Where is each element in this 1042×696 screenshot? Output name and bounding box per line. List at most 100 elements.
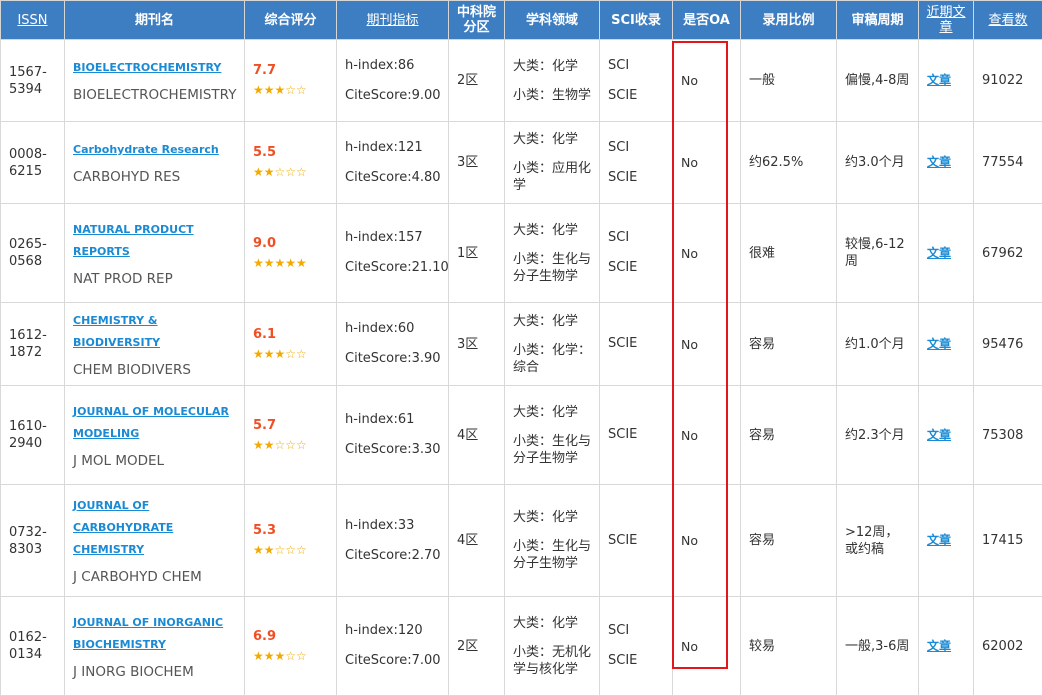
score-value: 9.0 [253, 235, 328, 252]
articles-link[interactable]: 文章 [927, 73, 951, 87]
views-cell: 91022 [974, 40, 1042, 122]
journal-table: ISSN 期刊名 综合评分 期刊指标 中科院分区 学科领域 SCI收录 是否OA… [0, 0, 1042, 696]
citescore-value: CiteScore:3.30 [345, 435, 440, 465]
h-index-value: h-index:121 [345, 133, 440, 163]
journal-name-link[interactable]: BIOCHEMISTRY [73, 634, 236, 656]
sort-metric-link[interactable]: 期刊指标 [366, 13, 418, 28]
issn-cell: 1567-5394 [1, 40, 65, 122]
articles-link[interactable]: 文章 [927, 246, 951, 260]
h-index-value: h-index:157 [345, 223, 440, 253]
subject-minor: 小类：生化与分子生物学 [513, 434, 591, 466]
journal-name-link[interactable]: BIOELECTROCHEMISTRY [73, 57, 236, 79]
header-metric[interactable]: 期刊指标 [337, 1, 449, 40]
journal-abbreviation: BIOELECTROCHEMISTRY [73, 87, 236, 104]
sci-cell: SCIE [600, 386, 673, 485]
journal-abbreviation: J INORG BIOCHEM [73, 664, 236, 681]
journal-name-link[interactable]: JOURNAL OF [73, 495, 236, 517]
journal-name-link[interactable]: REPORTS [73, 241, 236, 263]
star-rating-icon: ★★★☆☆ [253, 649, 307, 663]
subject-minor: 小类：生物学 [513, 88, 591, 103]
star-rating-icon: ★★☆☆☆ [253, 543, 307, 557]
accept-rate-cell: 容易 [741, 485, 837, 597]
recent-articles-link[interactable]: 近期文章 [926, 5, 965, 35]
score-cell: 5.5★★☆☆☆ [245, 122, 337, 204]
table-row: 0265-0568 NATURAL PRODUCTREPORTSNAT PROD… [1, 204, 1042, 303]
journal-name-cell: Carbohydrate Research CARBOHYD RES [65, 122, 245, 204]
header-views[interactable]: 查看数 [974, 1, 1042, 40]
sci-cell: SCISCIE [600, 122, 673, 204]
h-index-value: h-index:120 [345, 616, 440, 646]
accept-rate-cell: 容易 [741, 386, 837, 485]
sort-issn-link[interactable]: ISSN [17, 13, 47, 28]
subject-major: 大类：化学 [513, 313, 591, 330]
issn-cell: 0008-6215 [1, 122, 65, 204]
views-cell: 17415 [974, 485, 1042, 597]
oa-cell: No [673, 204, 741, 303]
cas-zone-cell: 2区 [449, 40, 505, 122]
articles-link[interactable]: 文章 [927, 155, 951, 169]
sci-cell: SCIE [600, 485, 673, 597]
journal-name-link[interactable]: CARBOHYDRATE [73, 517, 236, 539]
journal-name-link[interactable]: JOURNAL OF INORGANIC [73, 612, 236, 634]
citescore-value: CiteScore:4.80 [345, 163, 440, 193]
sci-index-label: SCI [608, 616, 664, 646]
accept-rate-cell: 较易 [741, 597, 837, 696]
journal-name-link[interactable]: JOURNAL OF MOLECULAR [73, 401, 236, 423]
journal-abbreviation: CARBOHYD RES [73, 169, 236, 186]
star-rating-icon: ★★☆☆☆ [253, 438, 307, 452]
journal-name-link[interactable]: Carbohydrate Research [73, 139, 236, 161]
sort-views-link[interactable]: 查看数 [988, 13, 1027, 28]
table-row: 1610-2940 JOURNAL OF MOLECULARMODELINGJ … [1, 386, 1042, 485]
sci-index-label: SCI [608, 133, 664, 163]
subject-minor: 小类：无机化学与核化学 [513, 645, 591, 677]
issn-cell: 0265-0568 [1, 204, 65, 303]
sci-index-label: SCI [608, 51, 664, 81]
articles-link[interactable]: 文章 [927, 428, 951, 442]
citescore-value: CiteScore:7.00 [345, 646, 440, 676]
journal-abbreviation: J MOL MODEL [73, 453, 236, 470]
sci-index-label: SCIE [608, 81, 664, 111]
table-row: 1612-1872 CHEMISTRY & BIODIVERSITYCHEM B… [1, 303, 1042, 386]
journal-name-link[interactable]: NATURAL PRODUCT [73, 219, 236, 241]
articles-link[interactable]: 文章 [927, 639, 951, 653]
sci-index-label: SCIE [608, 420, 664, 450]
subject-minor: 小类：化学：综合 [513, 343, 591, 375]
cas-zone-cell: 4区 [449, 386, 505, 485]
metric-cell: h-index:121CiteScore:4.80 [337, 122, 449, 204]
oa-cell: No [673, 303, 741, 386]
subject-major: 大类：化学 [513, 222, 591, 239]
subject-cell: 大类：化学小类：化学：综合 [505, 303, 600, 386]
journal-name-link[interactable]: CHEMISTRY [73, 539, 236, 561]
header-issn[interactable]: ISSN [1, 1, 65, 40]
journal-name-link[interactable]: CHEMISTRY & BIODIVERSITY [73, 310, 236, 354]
subject-minor: 小类：应用化学 [513, 161, 591, 193]
header-oa: 是否OA [673, 1, 741, 40]
articles-link[interactable]: 文章 [927, 533, 951, 547]
subject-minor: 小类：生化与分子生物学 [513, 539, 591, 571]
views-cell: 67962 [974, 204, 1042, 303]
header-cas-zone: 中科院分区 [449, 1, 505, 40]
journal-name-link[interactable]: MODELING [73, 423, 236, 445]
sci-index-label: SCIE [608, 253, 664, 283]
articles-link[interactable]: 文章 [927, 337, 951, 351]
cas-zone-cell: 4区 [449, 485, 505, 597]
score-cell: 5.7★★☆☆☆ [245, 386, 337, 485]
cas-zone-cell: 1区 [449, 204, 505, 303]
sci-cell: SCISCIE [600, 597, 673, 696]
sci-index-label: SCIE [608, 163, 664, 193]
citescore-value: CiteScore:3.90 [345, 344, 440, 374]
table-row: 0008-6215 Carbohydrate Research CARBOHYD … [1, 122, 1042, 204]
header-review-period: 审稿周期 [837, 1, 919, 40]
views-cell: 62002 [974, 597, 1042, 696]
h-index-value: h-index:60 [345, 314, 440, 344]
subject-cell: 大类：化学小类：生化与分子生物学 [505, 386, 600, 485]
review-period-cell: 约3.0个月 [837, 122, 919, 204]
cas-zone-cell: 2区 [449, 597, 505, 696]
review-period-cell: 一般,3-6周 [837, 597, 919, 696]
header-recent-articles[interactable]: 近期文章 [919, 1, 974, 40]
table-header-row: ISSN 期刊名 综合评分 期刊指标 中科院分区 学科领域 SCI收录 是否OA… [1, 1, 1042, 40]
subject-major: 大类：化学 [513, 615, 591, 632]
cas-zone-cell: 3区 [449, 122, 505, 204]
journal-abbreviation: J CARBOHYD CHEM [73, 569, 236, 586]
journal-name-cell: JOURNAL OF MOLECULARMODELING J MOL MODEL [65, 386, 245, 485]
